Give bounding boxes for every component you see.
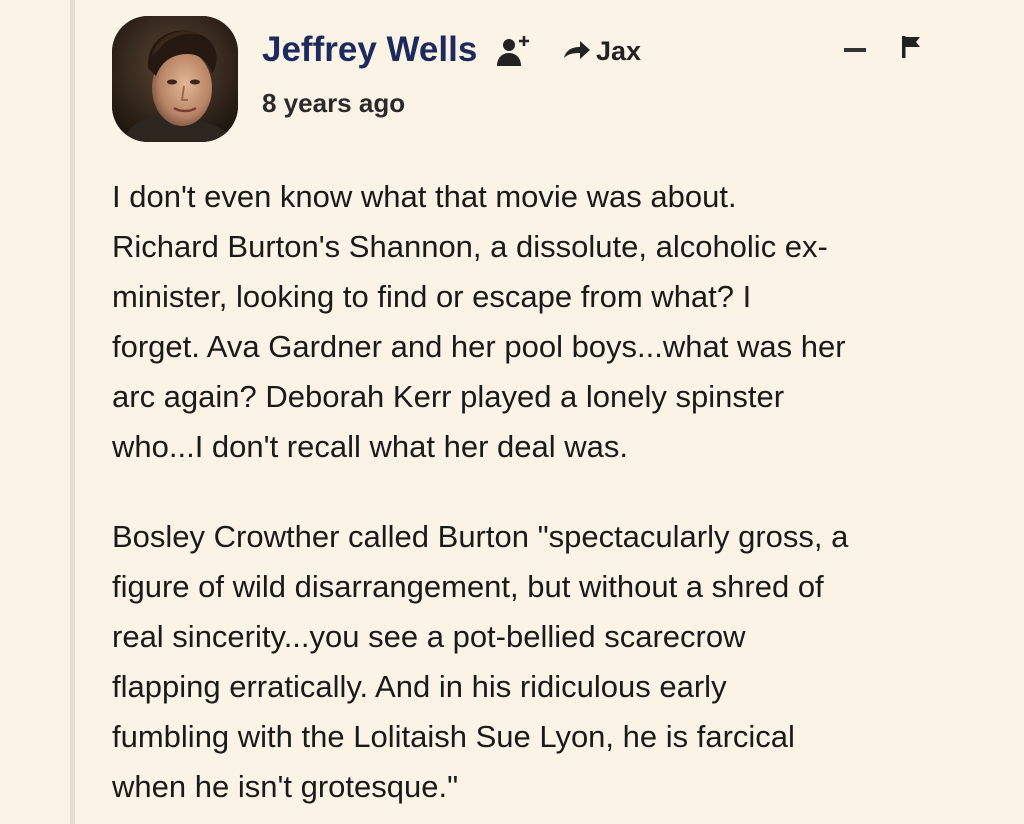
add-user-icon[interactable] <box>494 32 534 72</box>
flag-button[interactable] <box>894 30 930 66</box>
reply-target: Jax <box>596 36 642 66</box>
reply-to-link[interactable]: Jax <box>562 36 641 66</box>
avatar-image <box>112 16 238 142</box>
comment-paragraph: I don't even know what that movie was ab… <box>112 179 846 464</box>
comment-timestamp[interactable]: 8 years ago <box>262 88 405 118</box>
collapse-button[interactable] <box>832 36 876 66</box>
comment-paragraph: Bosley Crowther called Burton "spectacul… <box>112 519 849 804</box>
comment-body: I don't even know what that movie was ab… <box>112 172 992 824</box>
thread-line <box>70 0 75 824</box>
comment-meta: Jeffrey Wells Jax 8 years ago <box>262 30 992 126</box>
flag-icon <box>902 36 920 58</box>
reply-arrow-icon <box>564 41 590 59</box>
author-name[interactable]: Jeffrey Wells <box>262 30 477 70</box>
avatar[interactable] <box>112 16 238 142</box>
